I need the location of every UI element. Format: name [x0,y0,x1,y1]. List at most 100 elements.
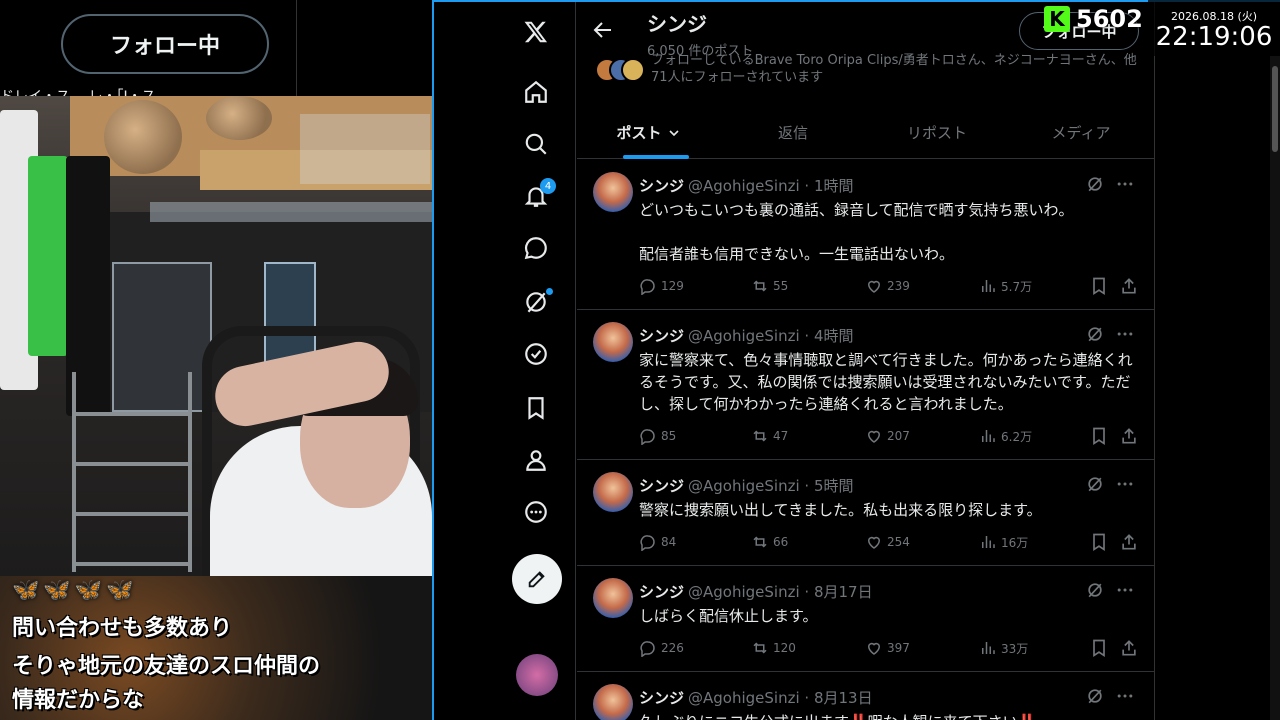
views-icon [982,430,995,442]
tweet-header: シンジ @AgohigeSinzi · 8月13日 [639,687,873,708]
tweet[interactable]: シンジ @AgohigeSinzi · 1時間 どいつもこいつも裏の通話、録音して… [577,160,1154,310]
overlay-follow-button[interactable]: フォロー中 [61,14,269,74]
more-dots-icon[interactable] [1115,474,1135,494]
share-icon[interactable] [1119,638,1139,658]
tweet-author-name[interactable]: シンジ [639,327,684,345]
share-icon[interactable] [1119,532,1139,552]
tweet-avatar[interactable] [593,684,633,720]
webcam-feed [0,96,432,576]
reply-button[interactable]: 84 [639,532,676,552]
repost-button[interactable]: 55 [751,276,788,296]
more-dots-icon[interactable] [1115,174,1135,194]
heart-icon [867,430,881,443]
followed-by-text: フォローしているBrave Toro Oripa Clips/勇者トロさん、ネジ… [651,53,1137,84]
more-dots-icon[interactable] [1115,580,1135,600]
grok-icon[interactable] [516,282,556,322]
followed-by[interactable]: フォローしているBrave Toro Oripa Clips/勇者トロさん、ネジ… [595,52,1154,84]
tweet-header: シンジ @AgohigeSinzi · 1時間 [639,175,854,196]
tweet-meta: @AgohigeSinzi · 8月13日 [688,689,873,707]
tweet-header: シンジ @AgohigeSinzi · 5時間 [639,475,854,496]
tweet-top-icons [1085,686,1141,706]
tweet-author-name[interactable]: シンジ [639,177,684,195]
tweet-header: シンジ @AgohigeSinzi · 8月17日 [639,581,873,602]
tweet-author-name[interactable]: シンジ [639,689,684,707]
bookmark-icon[interactable] [1089,276,1109,296]
tweet-avatar[interactable] [593,472,633,512]
grok-icon[interactable] [1085,580,1105,600]
share-icon[interactable] [1119,426,1139,446]
scrollbar-track[interactable] [1270,56,1280,720]
reply-button[interactable]: 85 [639,426,676,446]
tab-media[interactable]: メディア [1009,106,1153,159]
tab-reposts[interactable]: リポスト [865,106,1009,159]
repost-button[interactable]: 120 [751,638,796,658]
tweet-author-name[interactable]: シンジ [639,583,684,601]
tweet-text: 家に警察来て、色々事情聴取と調べて行きました。何かあったら連絡くれるそうです。又… [639,351,1133,413]
grok-icon[interactable] [1085,174,1105,194]
like-button[interactable]: 254 [865,532,910,552]
repost-icon [753,430,767,442]
tweet[interactable]: シンジ@AgohigeSinzi · 8月13日 久しぶりにニコ生公式に出ます‼… [577,672,1154,720]
more-dots-icon[interactable] [1115,324,1135,344]
scrollbar-thumb[interactable] [1272,66,1278,152]
tab-replies[interactable]: 返信 [721,106,865,159]
grok-icon[interactable] [1085,324,1105,344]
repost-button[interactable]: 66 [751,532,788,552]
like-count: 239 [887,279,910,293]
repost-count: 55 [773,279,789,293]
search-icon[interactable] [516,124,556,164]
views-button[interactable]: 6.2万 [979,426,1032,446]
views-icon [982,536,995,548]
tweet-avatar[interactable] [593,578,633,618]
like-button[interactable]: 239 [865,276,910,296]
tweet-avatar[interactable] [593,322,633,362]
profile-icon[interactable] [516,440,556,480]
home-icon[interactable] [516,72,556,112]
tweet[interactable]: シンジ @AgohigeSinzi · 4時間 家に警察来て、色々事情聴取と調べて… [577,310,1154,460]
my-avatar[interactable] [516,654,558,696]
reply-button[interactable]: 129 [639,276,684,296]
reply-button[interactable]: 226 [639,638,684,658]
tweet-top-icons [1085,324,1141,344]
repost-button[interactable]: 47 [751,426,788,446]
compose-button[interactable] [512,554,562,604]
views-button[interactable]: 33万 [979,638,1028,658]
reply-icon [640,279,655,295]
bookmark-icon[interactable] [1089,426,1109,446]
repost-icon [753,536,767,548]
reply-count: 226 [661,641,684,655]
tweet-avatar[interactable] [593,172,633,212]
views-count: 5.7万 [1001,279,1033,294]
bookmark-icon[interactable] [1089,532,1109,552]
like-button[interactable]: 207 [865,426,910,446]
tweet-top-icons [1085,580,1141,600]
repost-count: 47 [773,429,789,443]
views-count: 33万 [1001,641,1029,656]
views-button[interactable]: 5.7万 [979,276,1032,296]
heart-icon [867,642,881,655]
repost-icon [753,642,767,654]
message-icon[interactable] [516,228,556,268]
reply-icon [640,535,655,551]
more-icon[interactable] [516,492,556,532]
grok-icon[interactable] [1085,686,1105,706]
more-dots-icon[interactable] [1115,686,1135,706]
bell-icon[interactable]: 4 [516,176,556,216]
reply-count: 85 [661,429,677,443]
verified-icon[interactable] [516,334,556,374]
tweet[interactable]: シンジ @AgohigeSinzi · 8月17日 しばらく配信休止します。 22… [577,566,1154,672]
heart-icon [867,536,881,549]
bookmark-icon[interactable] [1089,638,1109,658]
back-arrow-icon[interactable] [591,18,615,42]
share-icon[interactable] [1119,276,1139,296]
tweet-author-name[interactable]: シンジ [639,477,684,495]
x-logo-icon[interactable] [516,12,556,52]
views-button[interactable]: 16万 [979,532,1028,552]
like-count: 397 [887,641,910,655]
grok-icon[interactable] [1085,474,1105,494]
like-button[interactable]: 397 [865,638,910,658]
tweet-top-icons [1085,174,1141,194]
tweet[interactable]: シンジ @AgohigeSinzi · 5時間 警察に捜索願い出してきました。私も… [577,460,1154,566]
bookmark-icon[interactable] [516,388,556,428]
tab-posts[interactable]: ポスト [577,106,721,159]
